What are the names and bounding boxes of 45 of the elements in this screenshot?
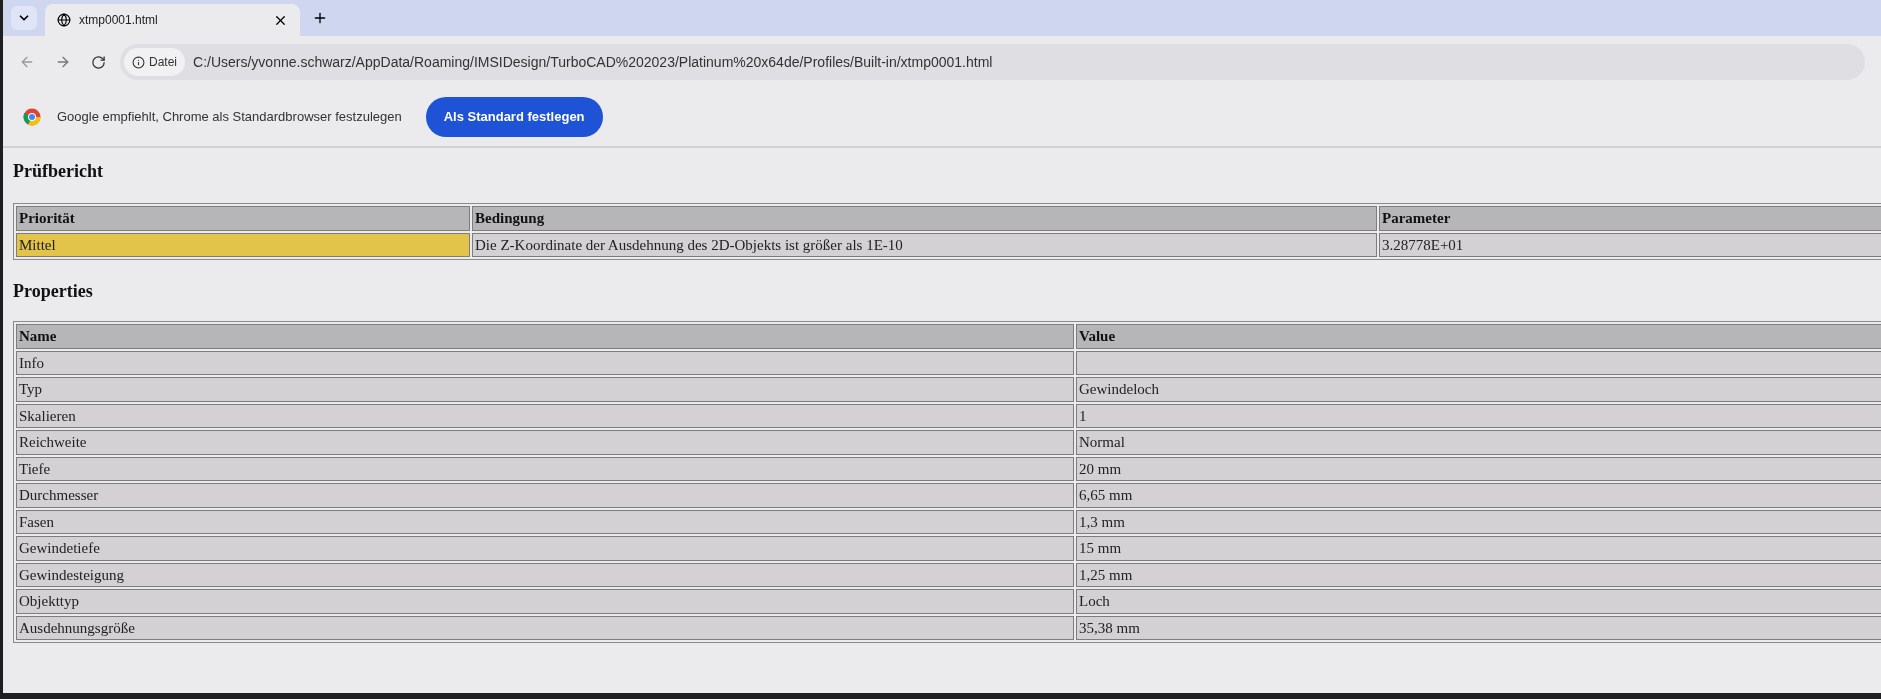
table-cell: 1,25 mm xyxy=(1076,562,1881,587)
column-header: Name xyxy=(16,324,1074,349)
table-cell: Objekttyp xyxy=(16,589,1074,614)
tab-title: xtmp0001.html xyxy=(79,12,159,29)
forward-icon[interactable] xyxy=(55,54,71,70)
address-bar[interactable]: Datei C:/Users/yvonne.schwarz/AppData/Roaming/IMSIDesign/TurboCAD%202023/Platinum%20x64de/Profiles/Built-in/xtmp0001.html xyxy=(120,44,1865,80)
browser-logo-icon xyxy=(23,108,41,126)
column-header: Value xyxy=(1076,324,1881,349)
section-title: Properties xyxy=(13,280,93,303)
browser-tab[interactable]: xtmp0001.html xyxy=(45,4,300,36)
table-cell: Die Z-Koordinate der Ausdehnung des 2D-Objekts ist größer als 1E-10 xyxy=(472,232,1377,257)
url-text: C:/Users/yvonne.schwarz/AppData/Roaming/IMSIDesign/TurboCAD%202023/Platinum%20x64de/Profiles/Built-in/xtmp0001.html xyxy=(193,52,993,72)
set-default-button[interactable]: Als Standard festlegen xyxy=(425,97,603,137)
table-cell: Reichweite xyxy=(16,430,1074,455)
table-cell: Normal xyxy=(1076,430,1881,455)
table-cell: Fasen xyxy=(16,509,1074,534)
table-cell: 35,38 mm xyxy=(1076,615,1881,640)
table-cell: Gewindetiefe xyxy=(16,536,1074,561)
info-icon xyxy=(132,55,145,69)
table-cell: 1 xyxy=(1076,403,1881,428)
column-header: Priorität xyxy=(16,206,470,231)
table-cell: Gewindeloch xyxy=(1076,377,1881,402)
table-cell: 6,65 mm xyxy=(1076,483,1881,508)
table-cell: 3.28778E+01 xyxy=(1379,232,1881,257)
table-cell: Ausdehnungsgröße xyxy=(16,615,1074,640)
table-cell: Durchmesser xyxy=(16,483,1074,508)
table-cell: Tiefe xyxy=(16,456,1074,481)
table-cell: 15 mm xyxy=(1076,536,1881,561)
table-cell: Gewindesteigung xyxy=(16,562,1074,587)
table-cell: Info xyxy=(16,350,1074,375)
table-cell: Loch xyxy=(1076,589,1881,614)
table-cell: Mittel xyxy=(16,232,470,257)
table-cell: 20 mm xyxy=(1076,456,1881,481)
tab-list-button[interactable] xyxy=(11,6,37,30)
new-tab-icon[interactable] xyxy=(312,10,328,26)
section-title: Prüfbericht xyxy=(13,160,103,183)
infobar-message: Google empfiehlt, Chrome als Standardbrowser festzulegen xyxy=(57,108,402,127)
table-cell: 1,3 mm xyxy=(1076,509,1881,534)
globe-icon xyxy=(57,13,71,27)
table-cell: Skalieren xyxy=(16,403,1074,428)
site-info-button[interactable]: Datei xyxy=(124,48,185,76)
reload-icon[interactable] xyxy=(91,54,106,70)
table-cell: Typ xyxy=(16,377,1074,402)
column-header: Bedingung xyxy=(472,206,1377,231)
column-header: Parameter xyxy=(1379,206,1881,231)
